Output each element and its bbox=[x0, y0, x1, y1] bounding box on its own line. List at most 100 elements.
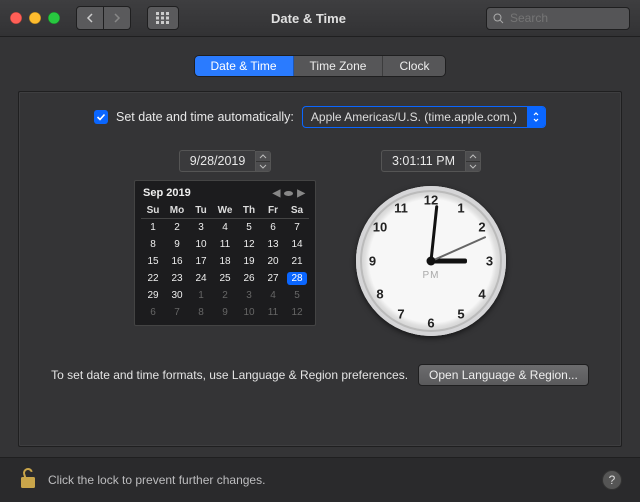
calendar-day[interactable]: 1 bbox=[141, 219, 165, 237]
calendar-day[interactable]: 23 bbox=[165, 270, 189, 287]
calendar-day[interactable]: 25 bbox=[213, 270, 237, 287]
calendar-day[interactable]: 27 bbox=[261, 270, 285, 287]
tab-bar: Date & TimeTime ZoneClock bbox=[194, 55, 447, 77]
auto-set-checkbox[interactable] bbox=[94, 110, 108, 124]
clock-numeral: 8 bbox=[376, 287, 383, 302]
back-button[interactable] bbox=[76, 6, 104, 30]
lock-button[interactable] bbox=[18, 466, 38, 495]
calendar-day[interactable]: 21 bbox=[285, 253, 309, 270]
lock-bar: Click the lock to prevent further change… bbox=[0, 457, 640, 502]
calendar-day[interactable]: 4 bbox=[261, 287, 285, 304]
auto-set-row: Set date and time automatically: Apple A… bbox=[35, 106, 605, 128]
calendar-day-header: Fr bbox=[261, 203, 285, 219]
calendar-day[interactable]: 4 bbox=[213, 219, 237, 237]
search-field[interactable] bbox=[486, 7, 630, 30]
clock-numeral: 2 bbox=[478, 220, 485, 235]
date-time-pane: Set date and time automatically: Apple A… bbox=[18, 91, 622, 447]
checkmark-icon bbox=[96, 112, 106, 122]
calendar-day-header: Su bbox=[141, 203, 165, 219]
calendar-day[interactable]: 28 bbox=[285, 270, 309, 287]
calendar-day-header: Tu bbox=[189, 203, 213, 219]
zoom-window-button[interactable] bbox=[48, 12, 60, 24]
calendar-day[interactable]: 2 bbox=[165, 219, 189, 237]
dropdown-arrow bbox=[527, 107, 545, 127]
calendar-day[interactable]: 8 bbox=[189, 304, 213, 321]
clock-numeral: 6 bbox=[427, 315, 434, 330]
help-button[interactable]: ? bbox=[602, 470, 622, 490]
calendar-day[interactable]: 24 bbox=[189, 270, 213, 287]
up-down-chevron-icon bbox=[532, 112, 540, 122]
clock-numeral: 11 bbox=[394, 201, 408, 216]
calendar-day[interactable]: 19 bbox=[237, 253, 261, 270]
pane-body: Date & TimeTime ZoneClock Set date and t… bbox=[0, 37, 640, 457]
calendar-day[interactable]: 22 bbox=[141, 270, 165, 287]
calendar-day[interactable]: 29 bbox=[141, 287, 165, 304]
calendar-day[interactable]: 5 bbox=[237, 219, 261, 237]
calendar-day[interactable]: 10 bbox=[237, 304, 261, 321]
time-server-select[interactable]: Apple Americas/U.S. (time.apple.com.) bbox=[302, 106, 546, 128]
window-title: Date & Time bbox=[141, 11, 476, 26]
calendar-day[interactable]: 9 bbox=[213, 304, 237, 321]
calendar-day[interactable]: 17 bbox=[189, 253, 213, 270]
calendar-day[interactable]: 12 bbox=[237, 236, 261, 253]
calendar-day-header: Sa bbox=[285, 203, 309, 219]
calendar-day[interactable]: 6 bbox=[261, 219, 285, 237]
clock-numeral: 1 bbox=[457, 201, 464, 216]
auto-set-label: Set date and time automatically: bbox=[116, 110, 294, 124]
calendar-today-button[interactable] bbox=[284, 191, 293, 196]
date-stepper[interactable] bbox=[255, 151, 271, 172]
calendar-day[interactable]: 2 bbox=[213, 287, 237, 304]
calendar-day[interactable]: 9 bbox=[165, 236, 189, 253]
titlebar: Date & Time bbox=[0, 0, 640, 37]
search-input[interactable] bbox=[508, 10, 623, 26]
window-controls bbox=[10, 12, 60, 24]
calendar-day[interactable]: 7 bbox=[285, 219, 309, 237]
search-icon bbox=[493, 13, 504, 24]
date-column: 9/28/2019 Sep 2019 ◀ ▶ bbox=[134, 150, 316, 326]
unlocked-lock-icon bbox=[18, 466, 38, 490]
tab-datetime[interactable]: Date & Time bbox=[195, 56, 294, 76]
calendar-day[interactable]: 11 bbox=[213, 236, 237, 253]
calendar-day[interactable]: 30 bbox=[165, 287, 189, 304]
calendar-day[interactable]: 1 bbox=[189, 287, 213, 304]
tab-clock[interactable]: Clock bbox=[383, 56, 445, 76]
preferences-window: Date & Time Date & TimeTime ZoneClock Se… bbox=[0, 0, 640, 502]
calendar-next-button[interactable]: ▶ bbox=[295, 188, 307, 199]
calendar-day[interactable]: 8 bbox=[141, 236, 165, 253]
calendar-day[interactable]: 6 bbox=[141, 304, 165, 321]
format-hint: To set date and time formats, use Langua… bbox=[51, 368, 408, 382]
open-language-region-button[interactable]: Open Language & Region... bbox=[418, 364, 589, 386]
forward-button[interactable] bbox=[104, 6, 131, 30]
calendar-day[interactable]: 26 bbox=[237, 270, 261, 287]
tab-timezone[interactable]: Time Zone bbox=[294, 56, 384, 76]
analog-clock[interactable]: 121234567891011 PM bbox=[356, 186, 506, 336]
calendar-day[interactable]: 15 bbox=[141, 253, 165, 270]
clock-numeral: 9 bbox=[369, 254, 376, 269]
calendar-day[interactable]: 13 bbox=[261, 236, 285, 253]
calendar-prev-button[interactable]: ◀ bbox=[271, 188, 283, 199]
calendar-day[interactable]: 16 bbox=[165, 253, 189, 270]
calendar-day[interactable]: 18 bbox=[213, 253, 237, 270]
minimize-window-button[interactable] bbox=[29, 12, 41, 24]
format-row: To set date and time formats, use Langua… bbox=[35, 364, 605, 386]
time-field[interactable]: 3:01:11 PM bbox=[381, 150, 465, 172]
calendar[interactable]: Sep 2019 ◀ ▶ SuMoTuWeThFrSa 123456789101… bbox=[134, 180, 316, 326]
calendar-nav: ◀ ▶ bbox=[271, 188, 307, 199]
calendar-day[interactable]: 20 bbox=[261, 253, 285, 270]
date-field[interactable]: 9/28/2019 bbox=[179, 150, 256, 172]
calendar-day[interactable]: 5 bbox=[285, 287, 309, 304]
calendar-day-header: We bbox=[213, 203, 237, 219]
calendar-day[interactable]: 12 bbox=[285, 304, 309, 321]
calendar-day[interactable]: 11 bbox=[261, 304, 285, 321]
calendar-day[interactable]: 14 bbox=[285, 236, 309, 253]
calendar-day[interactable]: 3 bbox=[189, 219, 213, 237]
calendar-day[interactable]: 10 bbox=[189, 236, 213, 253]
close-window-button[interactable] bbox=[10, 12, 22, 24]
calendar-day[interactable]: 7 bbox=[165, 304, 189, 321]
clock-numeral: 3 bbox=[486, 254, 493, 269]
calendar-day[interactable]: 3 bbox=[237, 287, 261, 304]
time-stepper[interactable] bbox=[465, 151, 481, 172]
stepper-up-icon bbox=[466, 152, 480, 162]
calendar-day-header: Mo bbox=[165, 203, 189, 219]
clock-numeral: 4 bbox=[478, 287, 485, 302]
